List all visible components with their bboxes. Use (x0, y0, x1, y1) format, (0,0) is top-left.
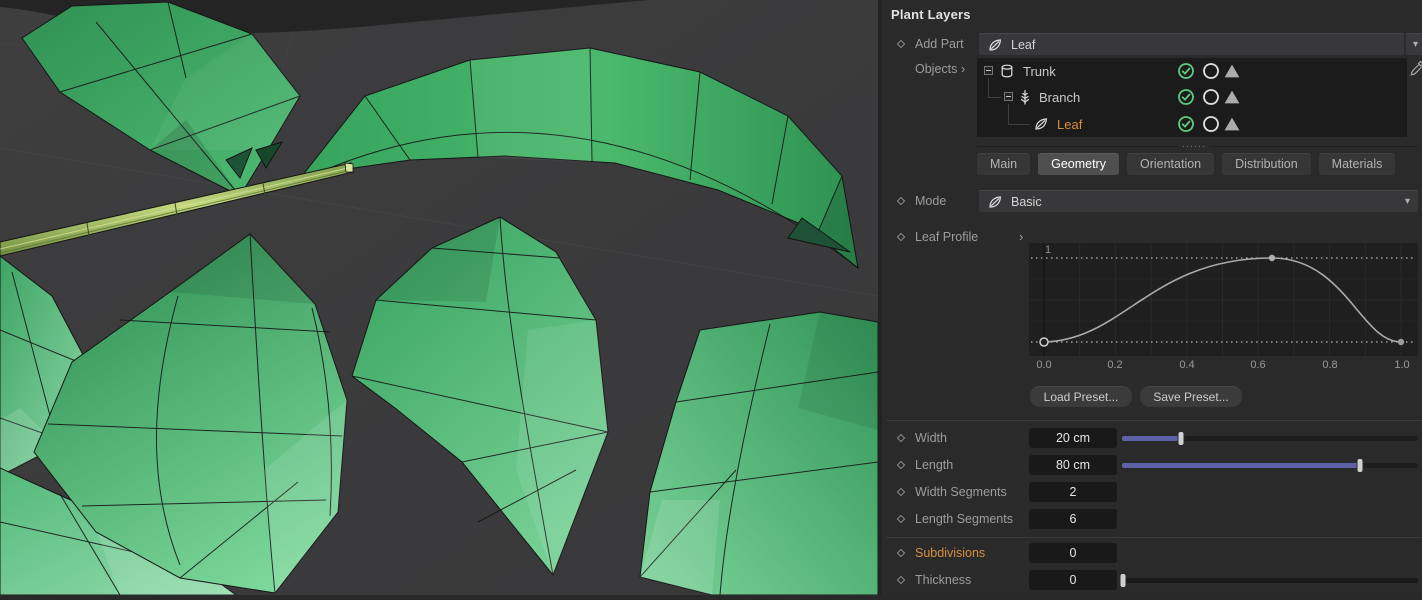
keyframe-diamond-icon[interactable] (897, 515, 905, 523)
keyframe-diamond-icon[interactable] (897, 233, 905, 241)
length-field[interactable]: 80 cm (1029, 455, 1117, 475)
viewport-scene (0, 0, 878, 595)
chevron-right-icon[interactable]: › (1019, 226, 1023, 248)
curve-point[interactable] (1269, 255, 1275, 261)
param-row-subdivisions: Subdivisions 0 (882, 540, 1422, 566)
width-slider[interactable] (1122, 436, 1418, 441)
param-row-thickness: Thickness 0 (882, 567, 1422, 593)
panel-title: Plant Layers (891, 7, 971, 22)
thickness-field[interactable]: 0 (1029, 570, 1117, 590)
mode-dropdown[interactable]: Basic ▾ (979, 190, 1418, 212)
leaf-profile-label: Leaf Profile (915, 226, 978, 248)
tab-main[interactable]: Main (977, 153, 1030, 175)
chevron-right-icon: › (961, 61, 965, 76)
tree-item-label: Leaf (1057, 117, 1082, 132)
chevron-down-icon: ▾ (1413, 39, 1418, 50)
add-part-value: Leaf (1011, 38, 1035, 52)
param-row-width: Width 20 cm (882, 425, 1422, 451)
circle-toggle-icon[interactable] (1202, 88, 1220, 106)
drag-handle-dots[interactable]: ······ (1178, 142, 1210, 150)
application-window: Plant Layers Add Part Leaf ▾ Objects › (0, 0, 1422, 595)
object-tree: Trunk (977, 58, 1407, 137)
width-label: Width (915, 427, 947, 449)
width-field[interactable]: 20 cm (1029, 428, 1117, 448)
mode-label: Mode (915, 190, 946, 212)
enabled-check-icon[interactable] (1177, 88, 1195, 106)
length-label: Length (915, 454, 953, 476)
tab-distribution[interactable]: Distribution (1222, 153, 1311, 175)
triangle-toggle-icon[interactable] (1223, 62, 1241, 80)
keyframe-diamond-icon[interactable] (897, 549, 905, 557)
leaf-icon (987, 37, 1003, 53)
subdivisions-field[interactable]: 0 (1029, 543, 1117, 563)
tree-item-label: Branch (1039, 90, 1080, 105)
tab-materials[interactable]: Materials (1319, 153, 1396, 175)
keyframe-diamond-icon[interactable] (897, 488, 905, 496)
width-segments-label: Width Segments (915, 481, 1007, 503)
param-row-length: Length 80 cm (882, 452, 1422, 478)
collapse-box-icon[interactable] (1004, 92, 1013, 101)
branch-icon (1017, 89, 1033, 105)
enabled-check-icon[interactable] (1177, 115, 1195, 133)
divider (886, 420, 1422, 421)
divider (886, 537, 1422, 538)
subdivisions-label: Subdivisions (915, 542, 985, 564)
3d-viewport[interactable] (0, 0, 878, 595)
tab-geometry[interactable]: Geometry (1038, 153, 1119, 175)
mode-value: Basic (1011, 195, 1042, 209)
keyframe-diamond-icon[interactable] (897, 434, 905, 442)
add-part-label: Add Part (915, 33, 964, 55)
tab-orientation[interactable]: Orientation (1127, 153, 1214, 175)
keyframe-diamond-icon[interactable] (897, 197, 905, 205)
add-part-dropdown-arrow[interactable]: ▾ (1406, 33, 1422, 55)
curve-x-tick: 1.0 (1384, 359, 1420, 371)
curve-x-tick: 0.4 (1169, 359, 1205, 371)
keyframe-diamond-icon[interactable] (897, 576, 905, 584)
tree-row-trunk[interactable]: Trunk (977, 58, 1407, 84)
eyedropper-icon[interactable] (1409, 59, 1422, 77)
curve-point-selected[interactable] (1040, 338, 1048, 346)
save-preset-button[interactable]: Save Preset... (1140, 386, 1242, 407)
circle-toggle-icon[interactable] (1202, 62, 1220, 80)
curve-plot (1029, 243, 1418, 356)
thickness-slider[interactable] (1122, 578, 1418, 583)
thickness-label: Thickness (915, 569, 971, 591)
triangle-toggle-icon[interactable] (1223, 115, 1241, 133)
leaf-profile-curve-editor[interactable] (1029, 243, 1418, 356)
trunk-icon (999, 63, 1015, 79)
keyframe-diamond-icon[interactable] (897, 461, 905, 469)
keyframe-diamond-icon[interactable] (897, 40, 905, 48)
length-slider[interactable] (1122, 463, 1418, 468)
curve-y-axis-label: 1 (1045, 244, 1051, 256)
curve-point[interactable] (1398, 339, 1404, 345)
curve-x-tick: 0.8 (1312, 359, 1348, 371)
leaf-icon (987, 194, 1003, 210)
length-segments-label: Length Segments (915, 508, 1013, 530)
tree-row-leaf[interactable]: Leaf (977, 111, 1407, 137)
slider-handle[interactable] (1178, 431, 1185, 446)
circle-toggle-icon[interactable] (1202, 115, 1220, 133)
tree-row-branch[interactable]: Branch (977, 84, 1407, 110)
chevron-down-icon: ▾ (1405, 196, 1410, 207)
curve-x-tick: 0.0 (1026, 359, 1062, 371)
load-preset-button[interactable]: Load Preset... (1030, 386, 1132, 407)
triangle-toggle-icon[interactable] (1223, 88, 1241, 106)
leaf-icon (1033, 116, 1049, 132)
add-part-dropdown[interactable]: Leaf (979, 33, 1404, 55)
width-segments-field[interactable]: 2 (1029, 482, 1117, 502)
slider-handle[interactable] (1357, 458, 1364, 473)
collapse-box-icon[interactable] (984, 66, 993, 75)
tree-item-label: Trunk (1023, 64, 1056, 79)
length-segments-field[interactable]: 6 (1029, 509, 1117, 529)
slider-handle[interactable] (1120, 573, 1127, 588)
plant-layers-panel: Plant Layers Add Part Leaf ▾ Objects › (878, 0, 1422, 595)
objects-label: Objects › (915, 58, 965, 80)
tab-bar: Main Geometry Orientation Distribution M… (977, 153, 1395, 175)
param-row-length-segments: Length Segments 6 (882, 506, 1422, 532)
curve-x-tick: 0.6 (1240, 359, 1276, 371)
curve-x-tick: 0.2 (1097, 359, 1133, 371)
param-row-width-segments: Width Segments 2 (882, 479, 1422, 505)
enabled-check-icon[interactable] (1177, 62, 1195, 80)
